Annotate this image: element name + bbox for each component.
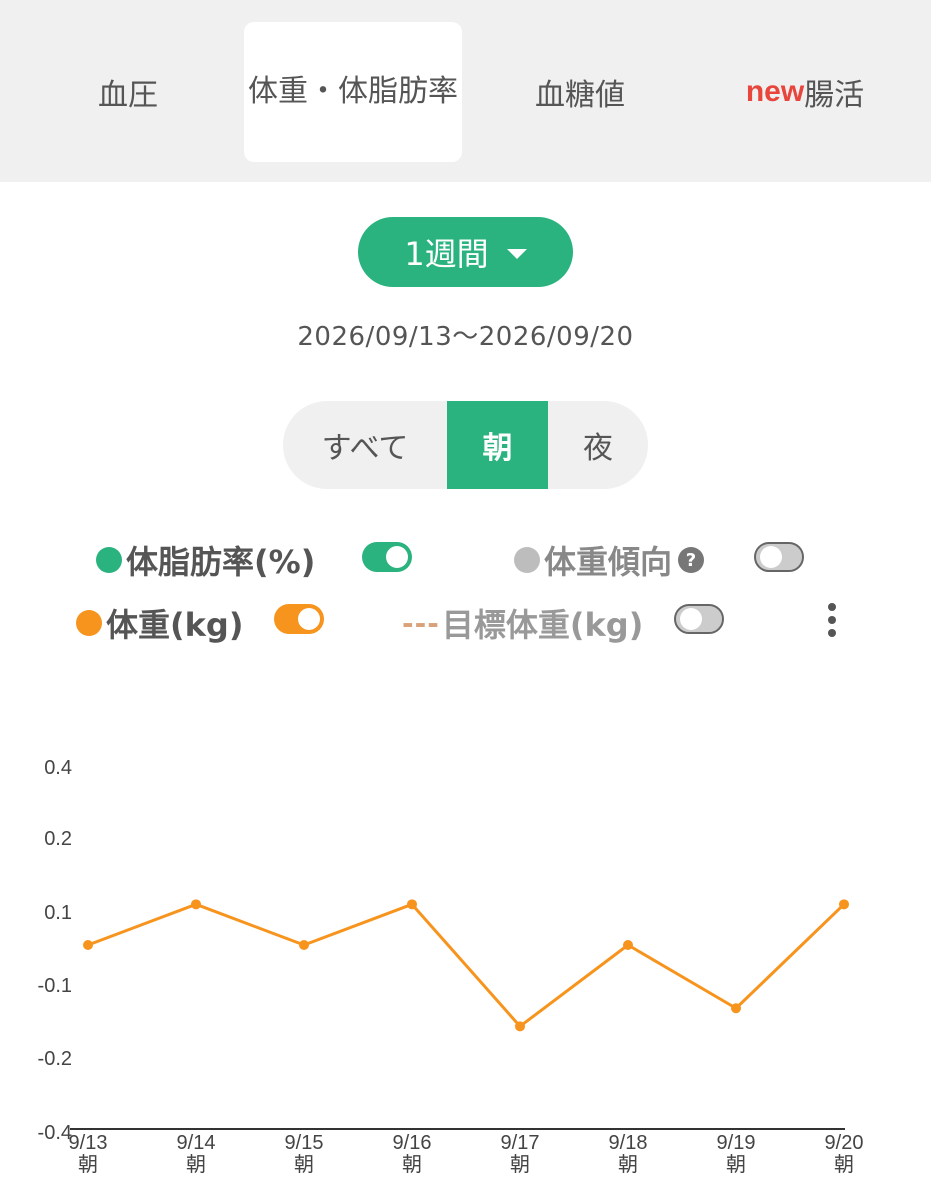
x-tick-label: 9/18 [609,1132,648,1154]
weight-data-point [731,1003,741,1014]
time-of-day-segmented-control: すべて 朝 夜 [283,401,648,489]
y-tick-label: 0.1 [44,902,72,924]
legend-label: 体脂肪率(%) [126,543,316,581]
x-tick-sublabel: 朝 [186,1153,206,1176]
segment-all[interactable]: すべて [283,401,447,489]
legend-target-weight: --- 目標体重(kg) [402,600,643,646]
more-options-icon[interactable] [822,603,842,643]
x-tick-label: 9/19 [717,1132,756,1154]
category-tab-bar: 血圧 体重・体脂肪率 血糖値 new 腸活 [0,0,931,182]
body-fat-dot-icon [96,547,122,573]
x-tick-label: 9/17 [501,1132,540,1154]
tab-label: 血圧 [98,78,158,113]
x-tick-label: 9/13 [69,1132,108,1154]
legend-body-fat: 体脂肪率(%) [96,537,315,583]
weight-data-point [191,899,201,910]
weight-trend-toggle[interactable] [754,542,804,572]
x-tick-sublabel: 朝 [618,1153,638,1176]
tab-weight-body-fat[interactable]: 体重・体脂肪率 [244,22,462,162]
caret-down-icon [506,249,527,259]
tab-label: 体重・体脂肪率 [248,74,458,109]
legend-label: 目標体重(kg) [441,606,644,644]
tab-blood-pressure[interactable]: 血圧 [30,22,226,162]
tab-gut-health[interactable]: new 腸活 [700,22,910,162]
weight-series-line [87,902,846,1028]
toggle-knob [680,608,702,630]
new-badge: new [745,75,805,108]
body-fat-toggle[interactable] [362,542,412,572]
tab-label: 腸活 [804,78,865,113]
weight-toggle[interactable] [274,604,324,634]
date-range: 2026/09/13〜2026/09/20 [297,322,634,352]
x-tick-label: 9/14 [177,1132,216,1154]
weight-data-point [515,1021,525,1032]
tab-blood-sugar[interactable]: 血糖値 [480,22,680,162]
weight-line-chart: 0.40.20.1-0.1-0.2-0.49/13朝9/14朝9/15朝9/16… [38,757,864,1176]
weight-data-point [299,940,309,950]
x-tick-label: 9/20 [825,1132,864,1154]
segment-label: 夜 [583,431,613,466]
dashed-line-icon: --- [402,606,440,640]
weight-data-point [839,899,849,910]
toggle-knob [386,546,408,568]
period-dropdown-button[interactable]: 1週間 [358,217,573,287]
x-tick-label: 9/16 [393,1132,432,1154]
x-tick-sublabel: 朝 [78,1153,98,1176]
y-tick-label: 0.4 [44,757,72,779]
x-tick-sublabel: 朝 [294,1153,314,1176]
y-tick-label: -0.1 [38,975,72,997]
help-icon[interactable]: ? [678,547,705,573]
legend-label: 体重(kg) [106,606,244,644]
toggle-knob [760,546,782,568]
legend-weight: 体重(kg) [76,600,243,646]
tab-label: 血糖値 [535,78,625,113]
x-tick-label: 9/15 [285,1132,324,1154]
y-tick-label: -0.2 [38,1048,72,1070]
segment-label: すべて [321,431,409,466]
weight-data-point [407,899,417,910]
x-tick-sublabel: 朝 [834,1153,854,1176]
x-tick-sublabel: 朝 [726,1153,746,1176]
legend-label: 体重傾向 [544,543,673,581]
x-tick-sublabel: 朝 [402,1153,422,1176]
segment-night[interactable]: 夜 [548,401,648,489]
y-tick-label: -0.4 [38,1122,72,1144]
weight-trend-dot-icon [514,547,540,573]
legend-weight-trend: 体重傾向 ? [514,537,705,583]
toggle-knob [298,608,320,630]
segment-label: 朝 [482,431,513,466]
period-label: 1週間 [404,235,489,273]
x-tick-sublabel: 朝 [510,1153,530,1176]
segment-morning[interactable]: 朝 [447,401,548,489]
weight-dot-icon [76,610,102,636]
weight-data-point [623,940,633,950]
target-weight-toggle[interactable] [674,604,724,634]
weight-data-point [83,940,93,950]
y-tick-label: 0.2 [44,828,72,850]
